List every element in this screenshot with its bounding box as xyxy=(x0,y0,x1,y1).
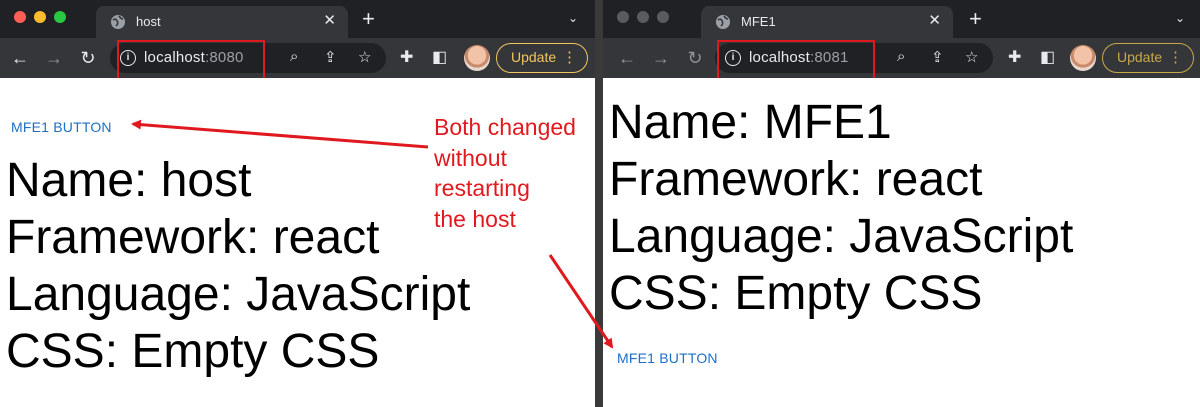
arrow-to-host-button xyxy=(131,119,429,149)
annotation-arrows xyxy=(131,119,614,349)
arrow-to-mfe1-button xyxy=(548,254,614,349)
